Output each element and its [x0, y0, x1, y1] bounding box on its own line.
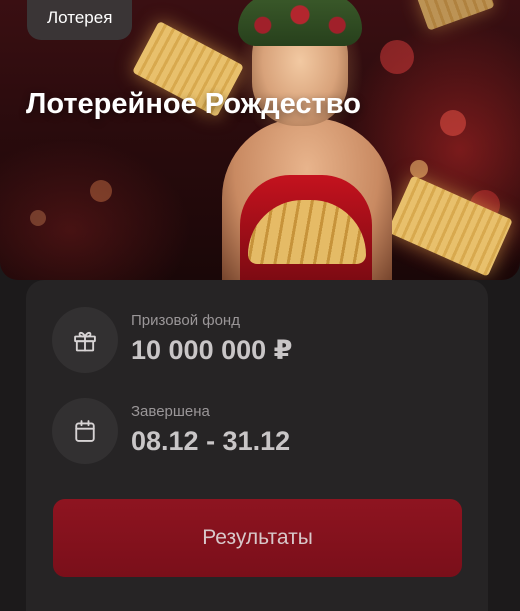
prize-fund-row: Призовой фонд 10 000 000 ₽ — [52, 307, 292, 373]
lottery-title: Лотерейное Рождество — [26, 88, 361, 120]
gift-icon — [52, 307, 118, 373]
lottery-banner-image — [0, 0, 520, 280]
category-badge: Лотерея — [27, 0, 133, 40]
calendar-icon — [52, 398, 118, 464]
flower-wreath — [238, 0, 362, 46]
lottery-card: Лотерея Лотерейное Рождество Призовой фо… — [0, 0, 520, 611]
prize-fund-label: Призовой фонд — [131, 312, 240, 329]
period-dates-value: 08.12 - 31.12 — [131, 426, 291, 456]
prize-fund-value: 10 000 000 ₽ — [131, 335, 293, 365]
lottery-info-panel: Призовой фонд 10 000 000 ₽ Завершена 08.… — [26, 280, 488, 611]
period-status-label: Завершена — [131, 403, 210, 420]
period-row: Завершена 08.12 - 31.12 — [52, 398, 290, 464]
results-button[interactable]: Результаты — [53, 499, 462, 577]
